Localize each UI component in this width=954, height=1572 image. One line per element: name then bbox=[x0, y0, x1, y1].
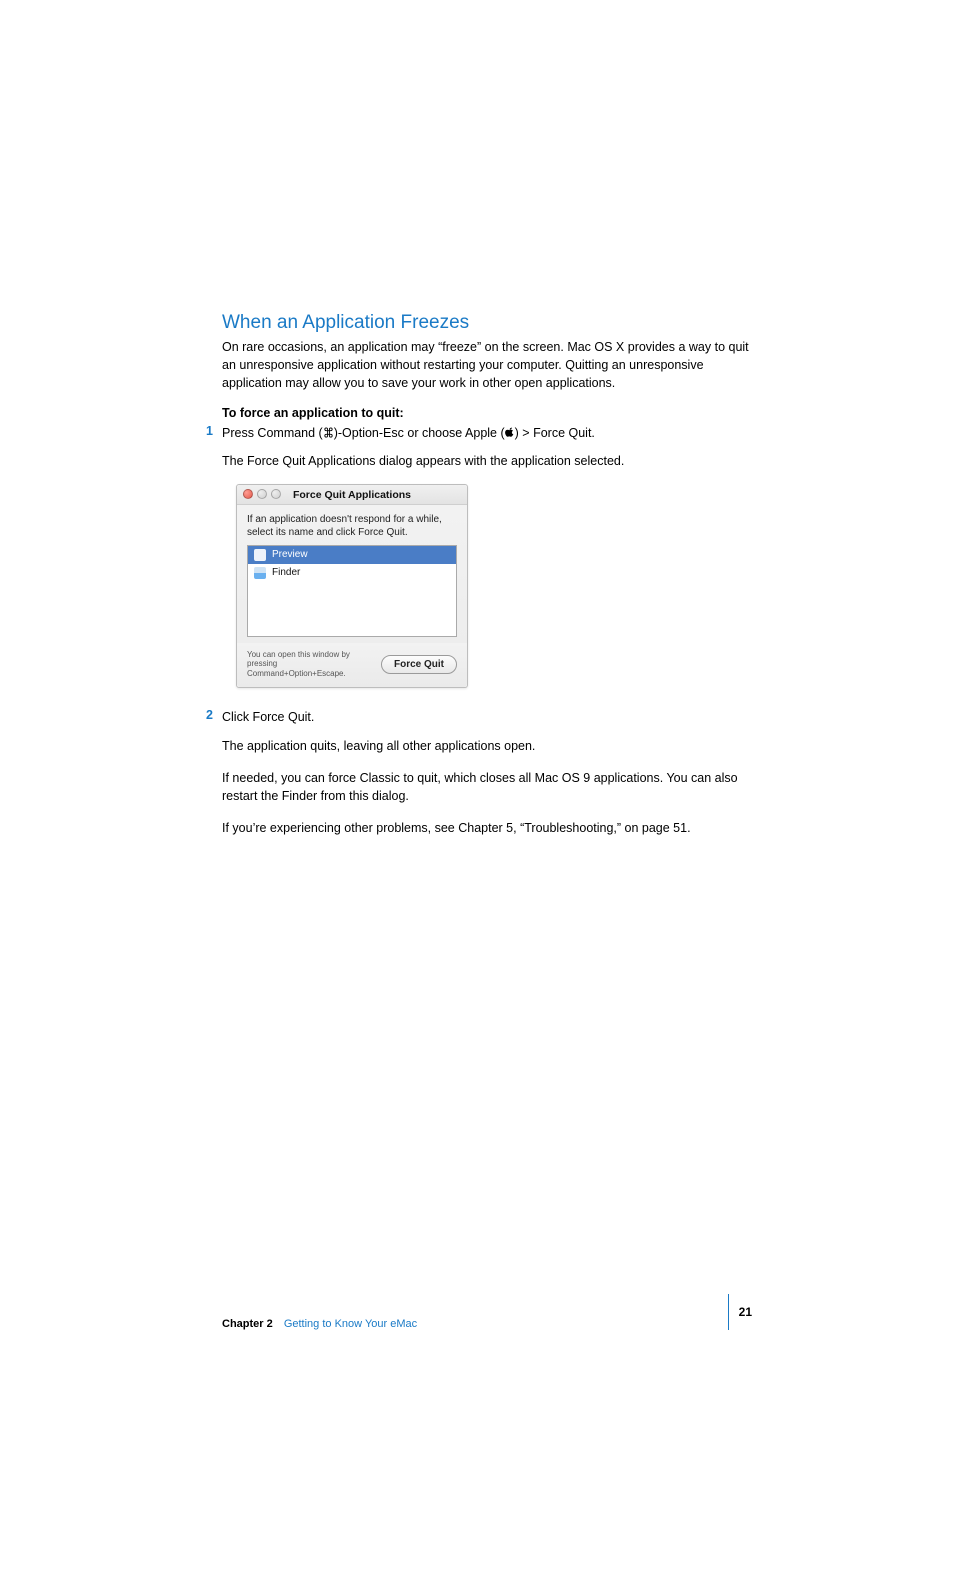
step-2-paragraph-1: The application quits, leaving all other… bbox=[222, 737, 752, 755]
dialog-body-text: If an application doesn't respond for a … bbox=[247, 513, 457, 539]
step-number-2: 2 bbox=[206, 708, 213, 722]
force-quit-button[interactable]: Force Quit bbox=[381, 655, 457, 674]
minimize-icon bbox=[257, 489, 267, 499]
step-1-caption: The Force Quit Applications dialog appea… bbox=[222, 452, 752, 470]
chapter-title: Getting to Know Your eMac bbox=[284, 1318, 417, 1330]
zoom-icon bbox=[271, 489, 281, 499]
list-item[interactable]: Preview bbox=[248, 546, 456, 564]
step-1-mid: )-Option-Esc or choose Apple ( bbox=[334, 426, 505, 440]
dialog-hint-text: You can open this window by pressing Com… bbox=[247, 650, 367, 679]
apple-logo-icon bbox=[505, 425, 515, 443]
page-number-rule bbox=[728, 1294, 729, 1330]
step-2-paragraph-2: If needed, you can force Classic to quit… bbox=[222, 769, 752, 805]
step-number-1: 1 bbox=[206, 424, 213, 438]
command-key-icon bbox=[323, 425, 334, 443]
step-1-prefix: Press Command ( bbox=[222, 426, 323, 440]
app-name-preview: Preview bbox=[272, 549, 308, 560]
page-number: 21 bbox=[739, 1305, 752, 1319]
window-traffic-lights bbox=[243, 489, 281, 499]
intro-paragraph: On rare occasions, an application may “f… bbox=[222, 338, 752, 392]
force-quit-dialog-window: Force Quit Applications If an applicatio… bbox=[236, 484, 468, 689]
dialog-title-text: Force Quit Applications bbox=[293, 489, 411, 501]
step-1-text: Press Command ( )-Option-Esc or choose Ap… bbox=[222, 424, 752, 443]
step-1-suffix: ) > Force Quit. bbox=[515, 426, 595, 440]
app-name-finder: Finder bbox=[272, 567, 300, 578]
step-2-paragraph-3: If you’re experiencing other problems, s… bbox=[222, 819, 752, 837]
close-icon[interactable] bbox=[243, 489, 253, 499]
preview-app-icon bbox=[254, 549, 266, 561]
procedure-subhead: To force an application to quit: bbox=[222, 406, 752, 420]
section-heading: When an Application Freezes bbox=[222, 312, 752, 334]
chapter-label: Chapter 2 bbox=[222, 1318, 273, 1330]
force-quit-dialog-figure: Force Quit Applications If an applicatio… bbox=[236, 484, 468, 689]
page-footer: Chapter 2 Getting to Know Your eMac 21 bbox=[222, 1294, 752, 1330]
application-list[interactable]: Preview Finder bbox=[247, 545, 457, 637]
list-item[interactable]: Finder bbox=[248, 564, 456, 582]
step-2-text: Click Force Quit. bbox=[222, 708, 752, 726]
dialog-titlebar: Force Quit Applications bbox=[237, 485, 467, 505]
finder-app-icon bbox=[254, 567, 266, 579]
